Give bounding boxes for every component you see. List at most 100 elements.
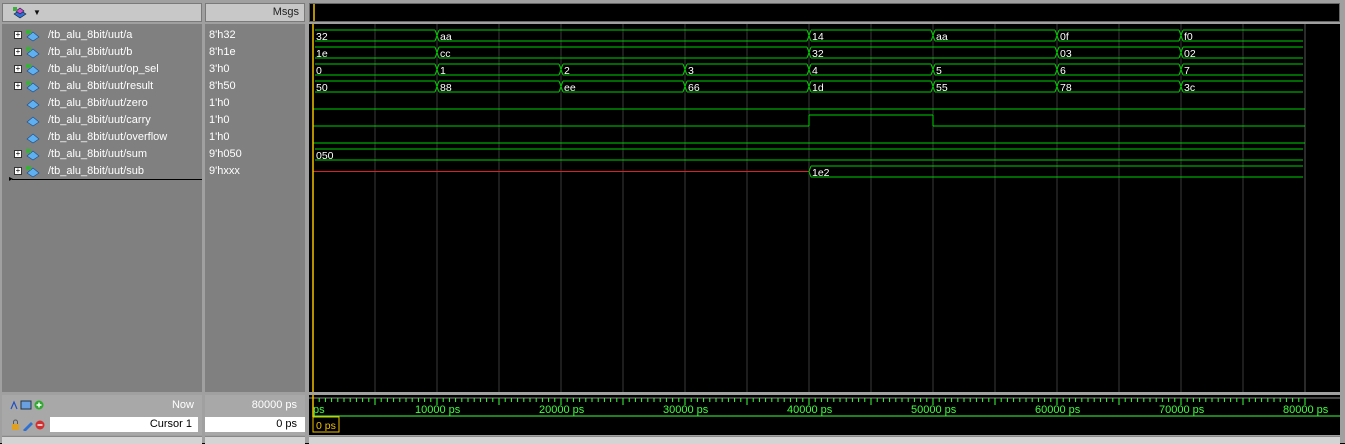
wave-layers-icon[interactable] <box>12 6 28 20</box>
signal-value: 9'hxxx <box>209 165 240 177</box>
window-icon <box>20 400 32 410</box>
pencil-icon <box>23 422 33 431</box>
bus-icon <box>26 30 40 42</box>
wave-value-label: 050 <box>316 150 334 162</box>
delete-cursor-icon <box>35 420 45 430</box>
timeline-tick-label: 20000 ps <box>539 404 585 416</box>
wave-value-label: 14 <box>812 31 824 43</box>
wave-header <box>309 3 1340 22</box>
waveform-pane[interactable]: 32 aa 14 aa 0f f0 1e cc 32 03 02 0 1 2 3 4 5 6 7 50 88 ee 66 1d… <box>309 24 1340 392</box>
signal-row[interactable]: + /tb_alu_8bit/uut/result <box>2 78 202 95</box>
wave-value-label: aa <box>936 31 948 43</box>
waveform-canvas[interactable]: 32 aa 14 aa 0f f0 1e cc 32 03 02 0 1 2 3 4 5 6 7 50 88 ee 66 1d… <box>309 24 1340 392</box>
wave-value-label: 32 <box>316 31 328 43</box>
wave-value-label: f0 <box>1184 31 1193 43</box>
signal-name: /tb_alu_8bit/uut/zero <box>48 97 148 109</box>
signal-value-row: 1'h0 <box>205 95 305 112</box>
expand-icon[interactable]: + <box>14 65 22 73</box>
bus-icon <box>26 149 40 161</box>
signal-value-row: 8'h50 <box>205 78 305 95</box>
signal-row[interactable]: /tb_alu_8bit/uut/zero <box>2 95 202 112</box>
bus-icon <box>26 64 40 76</box>
wave-window: ▼ Msgs + /tb_alu_8bit/uut/a + /tb_alu_8bit/… <box>0 0 1345 444</box>
signal-value-row: 1'h0 <box>205 129 305 146</box>
timeline-tick-label: 40000 ps <box>787 404 833 416</box>
wave-value-label: 4 <box>812 65 818 77</box>
expand-icon[interactable]: + <box>14 31 22 39</box>
wire-icon <box>26 116 40 127</box>
cursor-names-pane: Now Cursor 1 <box>2 395 202 435</box>
signal-value-row: 9'h050 <box>205 146 305 163</box>
lock-icon <box>12 419 19 430</box>
signal-row[interactable]: + /tb_alu_8bit/uut/a <box>2 27 202 44</box>
now-label: Now <box>171 399 194 411</box>
bus-icon <box>26 47 40 59</box>
signal-value: 8'h32 <box>209 29 236 41</box>
wave-value-label: 1 <box>440 65 446 77</box>
signal-name: /tb_alu_8bit/uut/sub <box>48 165 145 177</box>
signal-row[interactable]: + /tb_alu_8bit/uut/sub <box>2 163 202 180</box>
signal-row[interactable]: + /tb_alu_8bit/uut/op_sel <box>2 61 202 78</box>
timeline-tick-label: 10000 ps <box>415 404 461 416</box>
signal-row[interactable]: + /tb_alu_8bit/uut/sum <box>2 146 202 163</box>
expand-icon[interactable]: + <box>14 150 22 158</box>
signal-value: 9'h050 <box>209 148 242 160</box>
signal-value: 1'h0 <box>209 114 230 126</box>
timeline-tick-label: 70000 ps <box>1159 404 1205 416</box>
expand-icon[interactable]: + <box>14 82 22 90</box>
signal-value: 1'h0 <box>209 97 230 109</box>
timeline-tick-label: 50000 ps <box>911 404 957 416</box>
wave-sub[interactable]: 1e2 <box>313 165 1303 179</box>
signal-value-row: 1'h0 <box>205 112 305 129</box>
signal-names-header[interactable]: ▼ <box>2 3 202 22</box>
cursor-time-field[interactable]: 0 ps <box>205 417 305 432</box>
wave-value-label: 88 <box>440 82 452 94</box>
signal-name: /tb_alu_8bit/uut/b <box>48 46 133 58</box>
signal-name: /tb_alu_8bit/uut/a <box>48 29 133 41</box>
signal-row[interactable]: /tb_alu_8bit/uut/overflow <box>2 129 202 146</box>
chevron-down-icon[interactable]: ▼ <box>33 8 41 17</box>
add-wave-icon <box>10 400 18 410</box>
now-toolbar-icons[interactable] <box>10 399 46 411</box>
signal-value-row: 8'h1e <box>205 44 305 61</box>
wave-value-label: 03 <box>1060 48 1072 60</box>
timeline-tick-label: 80000 ps <box>1283 404 1329 416</box>
wave-value-label: 0f <box>1060 31 1069 43</box>
wave-value-label: 5 <box>936 65 942 77</box>
wave-value-label: 3c <box>1184 82 1195 94</box>
wave-value-label: 2 <box>564 65 570 77</box>
signal-value: 8'h1e <box>209 46 236 58</box>
signal-value-row: 9'hxxx <box>205 163 305 180</box>
bus-icon <box>26 166 40 178</box>
wave-carry[interactable] <box>313 114 1305 127</box>
wave-value-label: cc <box>440 48 451 60</box>
expand-icon[interactable]: + <box>14 48 22 56</box>
wave-value-label: 1e <box>316 48 328 60</box>
cursor-name-field[interactable]: Cursor 1 <box>50 417 198 432</box>
cursor-toolbar-icons[interactable] <box>10 419 46 431</box>
wire-icon <box>26 99 40 110</box>
wave-value-label: 1e2 <box>812 167 830 179</box>
wire-icon <box>26 133 40 144</box>
timeline-tick-label: ps <box>313 404 325 416</box>
insertion-marker-icon: ▸ <box>9 174 14 183</box>
signal-values-pane: 8'h32 8'h1e 3'h0 8'h50 1'h0 1'h0 1'h0 9'h050 9'h… <box>205 24 305 392</box>
wave-value-label: 3 <box>688 65 694 77</box>
wave-value-label: 7 <box>1184 65 1190 77</box>
add-cursor-icon <box>34 400 44 410</box>
signal-name: /tb_alu_8bit/uut/overflow <box>48 131 168 143</box>
expand-icon[interactable]: + <box>14 167 22 175</box>
wave-value-label: 50 <box>316 82 328 94</box>
signal-value: 3'h0 <box>209 63 230 75</box>
signal-value: 8'h50 <box>209 80 236 92</box>
timeline-ruler[interactable]: ps 10000 ps 20000 ps 30000 ps 40000 ps 50000 … <box>309 395 1340 435</box>
wave-value-label: ee <box>564 82 576 94</box>
signal-row[interactable]: + /tb_alu_8bit/uut/b <box>2 44 202 61</box>
wave-value-label: 66 <box>688 82 700 94</box>
timeline-pane[interactable]: ps 10000 ps 20000 ps 30000 ps 40000 ps 50000 … <box>309 395 1340 435</box>
signal-names-pane: + /tb_alu_8bit/uut/a + /tb_alu_8bit/uut/b + /… <box>2 24 202 392</box>
wave-value-label: 6 <box>1060 65 1066 77</box>
signal-name: /tb_alu_8bit/uut/result <box>48 80 154 92</box>
signal-row[interactable]: /tb_alu_8bit/uut/carry <box>2 112 202 129</box>
wave-value-label: 1d <box>812 82 824 94</box>
